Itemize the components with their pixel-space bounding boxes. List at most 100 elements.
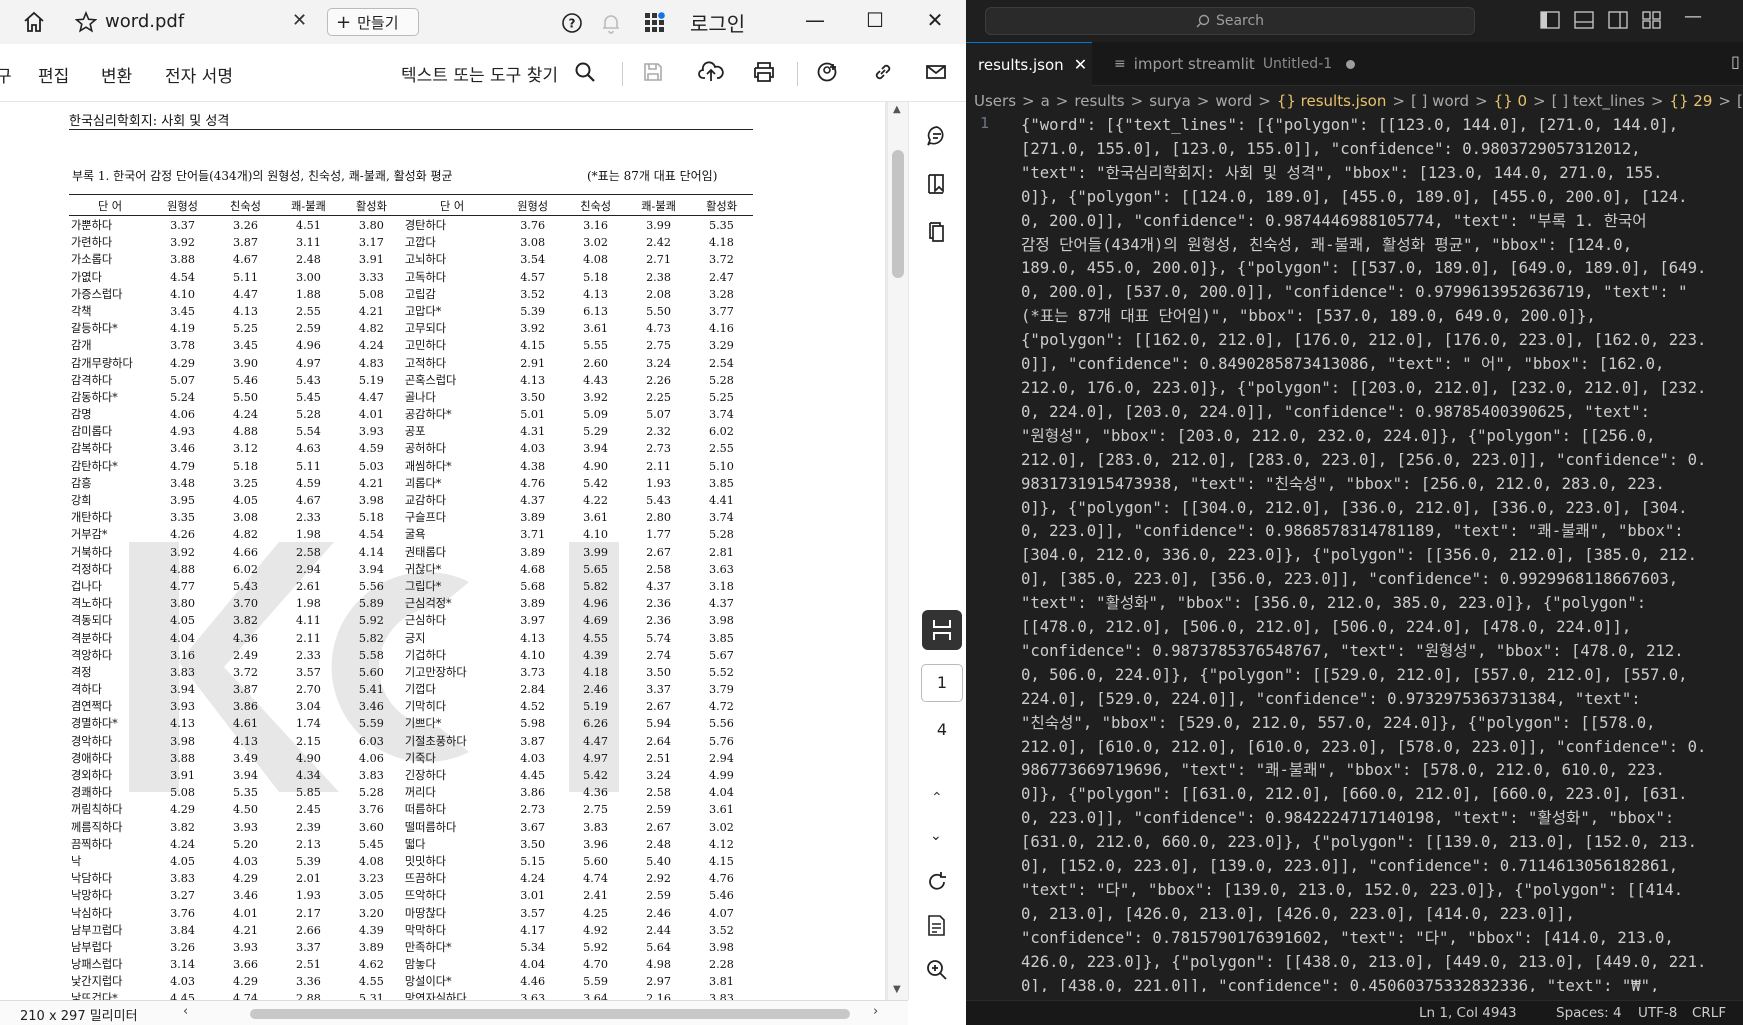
- editor-title-bar: Search —: [966, 0, 1743, 42]
- value-cell: 5.41: [358, 683, 384, 697]
- command-search-box[interactable]: Search: [985, 7, 1475, 35]
- menu-e-sign[interactable]: 전자 서명: [165, 62, 233, 87]
- value-cell: 2.67: [646, 700, 671, 714]
- cursor-position[interactable]: Ln 1, Col 4943: [1419, 1005, 1517, 1021]
- breadcrumb-item[interactable]: word: [1215, 92, 1252, 110]
- word-cell: 근심하다: [404, 614, 447, 628]
- value-cell: 4.46: [520, 975, 546, 989]
- tab-untitled-1[interactable]: ≡ import streamlit Untitled-1: [1106, 42, 1366, 86]
- scroll-up-icon[interactable]: ▲: [893, 104, 901, 115]
- value-cell: 2.41: [583, 889, 609, 903]
- value-cell: 2.80: [646, 511, 671, 525]
- toggle-secondary-sidebar-icon[interactable]: [1608, 11, 1628, 33]
- zoom-in-icon[interactable]: [925, 958, 949, 986]
- document-tab-title[interactable]: word.pdf: [105, 11, 184, 32]
- value-cell: 4.76: [520, 476, 546, 490]
- close-window-icon[interactable]: ✕: [920, 8, 950, 32]
- breadcrumb-item[interactable]: [ ] word: [1411, 92, 1469, 110]
- breadcrumb-separator: >: [1718, 92, 1731, 110]
- word-cell: 고적하다: [404, 356, 447, 370]
- breadcrumb-item[interactable]: {} results.json: [1277, 92, 1387, 110]
- comment-icon[interactable]: [925, 124, 949, 152]
- code-line: 189.0, 455.0, 200.0]}, {"polygon": [[537…: [1021, 259, 1707, 278]
- menu-edit[interactable]: 편집: [38, 62, 69, 87]
- link-icon[interactable]: [872, 61, 894, 87]
- breadcrumb-item[interactable]: [ ] poly: [1737, 92, 1743, 110]
- star-icon[interactable]: [74, 10, 98, 37]
- breadcrumb-item[interactable]: [ ] text_lines: [1552, 92, 1645, 110]
- breadcrumb-item[interactable]: results: [1074, 92, 1124, 110]
- word-cell: 공허하다: [404, 442, 447, 456]
- line-ending[interactable]: CRLF: [1692, 1005, 1726, 1021]
- fit-page-icon[interactable]: [925, 914, 949, 942]
- value-cell: 4.11: [295, 614, 321, 628]
- create-button[interactable]: + 만들기: [327, 8, 419, 36]
- minimize-icon[interactable]: —: [800, 8, 830, 32]
- editor-status-bar: Ln 1, Col 4943 Spaces: 4 UTF-8 CRLF: [966, 1000, 1743, 1025]
- save-icon[interactable]: [642, 61, 664, 87]
- truncated-menu-item[interactable]: 구: [0, 62, 12, 87]
- breadcrumb-item[interactable]: {} 0: [1494, 92, 1527, 110]
- login-link[interactable]: 로그인: [690, 8, 745, 37]
- breadcrumb-item[interactable]: a: [1041, 92, 1050, 110]
- word-cell: 고맙다*: [404, 304, 442, 318]
- close-tab-icon[interactable]: ✕: [292, 10, 307, 31]
- close-tab-icon[interactable]: ✕: [1074, 55, 1087, 74]
- indentation-setting[interactable]: Spaces: 4: [1556, 1005, 1622, 1021]
- value-cell: 6.02: [709, 425, 734, 439]
- next-page-icon[interactable]: ⌄: [930, 828, 942, 844]
- bell-icon[interactable]: [600, 12, 622, 38]
- breadcrumb-item[interactable]: surya: [1149, 92, 1191, 110]
- scroll-down-icon[interactable]: ▼: [893, 984, 901, 995]
- value-cell: 5.08: [358, 287, 384, 301]
- value-cell: 3.28: [709, 287, 734, 301]
- horizontal-scrollbar-thumb[interactable]: [250, 1009, 850, 1019]
- breadcrumb-item[interactable]: {} 29: [1669, 92, 1712, 110]
- minimize-icon[interactable]: —: [1684, 6, 1702, 27]
- customize-layout-icon[interactable]: [1642, 11, 1662, 33]
- value-cell: 4.29: [233, 975, 258, 989]
- maximize-icon[interactable]: ☐: [860, 8, 890, 32]
- previous-page-icon[interactable]: ⌃: [931, 790, 943, 806]
- copy-pages-icon[interactable]: [925, 220, 949, 248]
- scrollbar-thumb[interactable]: [892, 150, 904, 278]
- vertical-scrollbar[interactable]: ▲ ▼: [888, 102, 908, 1000]
- scroll-right-icon[interactable]: ›: [873, 1004, 878, 1019]
- scroll-left-icon[interactable]: ‹: [183, 1004, 188, 1019]
- tab-results-json[interactable]: results.json ✕: [966, 42, 1092, 86]
- file-encoding[interactable]: UTF-8: [1638, 1005, 1677, 1021]
- menu-convert[interactable]: 변환: [101, 62, 132, 87]
- word-cell: 권태롭다: [404, 545, 447, 559]
- home-icon[interactable]: [22, 11, 46, 37]
- toggle-primary-sidebar-icon[interactable]: [1540, 11, 1560, 33]
- word-cell: 경악하다: [71, 734, 113, 748]
- find-tools-label[interactable]: 텍스트 또는 도구 찾기: [401, 61, 558, 86]
- search-icon[interactable]: [574, 61, 596, 87]
- value-cell: 3.74: [709, 408, 734, 422]
- upload-cloud-icon[interactable]: [698, 61, 724, 87]
- split-editor-icon[interactable]: ▯: [1731, 52, 1740, 71]
- print-icon[interactable]: [752, 61, 776, 87]
- table-header-cell: 원형성: [167, 200, 198, 213]
- value-cell: 3.01: [520, 889, 546, 903]
- value-cell: 2.36: [646, 597, 671, 611]
- share-user-icon[interactable]: [816, 61, 840, 87]
- word-cell: 고뇌하다: [404, 253, 447, 267]
- value-cell: 3.29: [709, 339, 734, 353]
- current-page-input[interactable]: 1: [921, 664, 963, 702]
- value-cell: 2.26: [646, 373, 671, 387]
- file-lines-icon: ≡: [1114, 56, 1126, 72]
- breadcrumb-item[interactable]: Users: [974, 92, 1016, 110]
- toggle-panel-icon[interactable]: [1574, 11, 1594, 33]
- apps-grid-icon[interactable]: [644, 12, 666, 38]
- code-content[interactable]: {"word": [{"text_lines": [{"polygon": [[…: [1021, 114, 1731, 992]
- bookmark-icon[interactable]: [925, 172, 949, 200]
- rotate-icon[interactable]: [925, 870, 949, 898]
- value-cell: 4.24: [358, 339, 384, 353]
- value-cell: 4.21: [233, 923, 258, 937]
- mail-icon[interactable]: [925, 61, 947, 87]
- value-cell: 3.96: [583, 837, 609, 851]
- page-view-toggle-button[interactable]: [922, 610, 962, 650]
- document-area[interactable]: 한국심리학회지: 사회 및 성격 부록 1. 한국어 감정 단어들(434개)의…: [0, 102, 888, 1000]
- help-icon[interactable]: ?: [561, 12, 583, 38]
